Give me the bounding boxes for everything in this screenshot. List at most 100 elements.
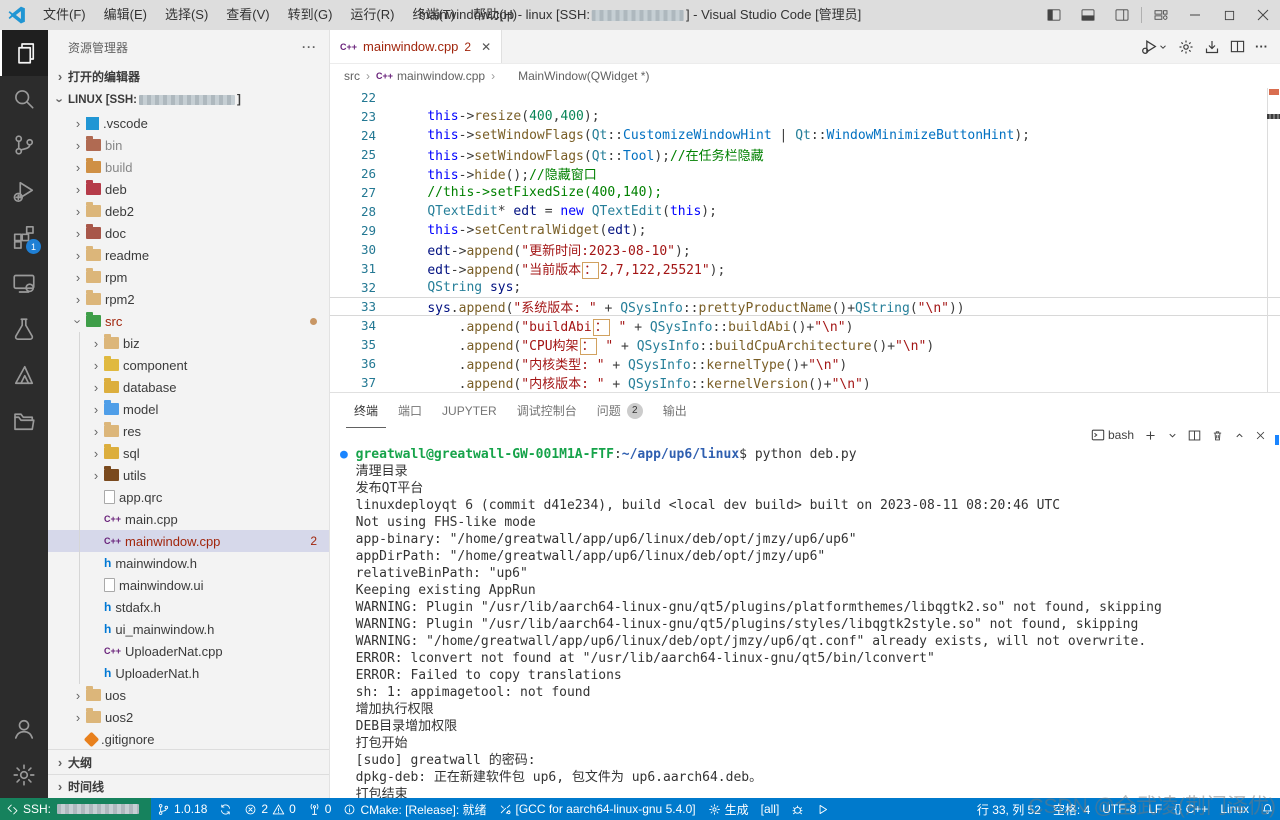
activity-testing-icon[interactable]: [0, 306, 48, 352]
terminal-dropdown-icon[interactable]: [1167, 430, 1178, 441]
new-terminal-icon[interactable]: [1144, 429, 1157, 442]
activity-source-control-icon[interactable]: [0, 122, 48, 168]
status-eol[interactable]: LF: [1142, 798, 1168, 820]
gear-icon[interactable]: [1178, 39, 1194, 55]
tree-item-readme[interactable]: ›readme: [48, 244, 329, 266]
outline-section[interactable]: › 大纲: [48, 749, 329, 774]
activity-run-debug-icon[interactable]: [0, 168, 48, 214]
status-problems[interactable]: 20: [238, 798, 301, 820]
status-remote-os[interactable]: Linux: [1214, 798, 1255, 820]
maximize-icon[interactable]: [1212, 0, 1246, 30]
close-panel-icon[interactable]: [1255, 430, 1266, 441]
status-cmake-run[interactable]: [810, 798, 835, 820]
tree-item-UploaderNat.cpp[interactable]: C++UploaderNat.cpp: [48, 640, 329, 662]
tree-item-main.cpp[interactable]: C++main.cpp: [48, 508, 329, 530]
activity-explorer-icon[interactable]: [0, 30, 48, 76]
status-cmake-target[interactable]: [all]: [755, 798, 786, 820]
tree-item-stdafx.h[interactable]: hstdafx.h: [48, 596, 329, 618]
panel-tab-终端[interactable]: 终端: [346, 393, 386, 428]
tree-item-utils[interactable]: ›utils: [48, 464, 329, 486]
maximize-panel-icon[interactable]: [1234, 430, 1245, 441]
split-editor-icon[interactable]: [1230, 39, 1245, 54]
status-cursor-position[interactable]: 行 33, 列 52: [971, 798, 1047, 820]
tree-item-model[interactable]: ›model: [48, 398, 329, 420]
panel-tab-输出[interactable]: 输出: [655, 393, 695, 428]
menu-S[interactable]: 选择(S): [156, 0, 217, 30]
workspace-root[interactable]: › LINUX [SSH:]: [48, 88, 329, 112]
toggle-sidebar-icon[interactable]: [1037, 0, 1071, 30]
tab-mainwindow-cpp[interactable]: C++ mainwindow.cpp 2 ✕: [330, 30, 502, 63]
status-notifications[interactable]: [1255, 798, 1280, 820]
more-actions-icon[interactable]: ···: [1255, 39, 1268, 54]
tree-item-.vscode[interactable]: ›.vscode: [48, 112, 329, 134]
terminal-shell-selector[interactable]: bash: [1091, 428, 1134, 442]
tree-item-.gitignore[interactable]: .gitignore: [48, 728, 329, 749]
tree-item-app.qrc[interactable]: app.qrc: [48, 486, 329, 508]
status-cmake-status[interactable]: CMake: [Release]: 就绪: [337, 798, 492, 820]
run-debug-dropdown-icon[interactable]: [1141, 38, 1168, 55]
breadcrumb-MainWindow-QWidget---[interactable]: MainWindow(QWidget *): [501, 69, 649, 83]
tree-item-biz[interactable]: ›biz: [48, 332, 329, 354]
tree-item-build[interactable]: ›build: [48, 156, 329, 178]
tree-item-res[interactable]: ›res: [48, 420, 329, 442]
activity-account-icon[interactable]: [0, 706, 48, 752]
tree-item-UploaderNat.h[interactable]: hUploaderNat.h: [48, 662, 329, 684]
tree-item-component[interactable]: ›component: [48, 354, 329, 376]
tree-item-sql[interactable]: ›sql: [48, 442, 329, 464]
tree-item-rpm2[interactable]: ›rpm2: [48, 288, 329, 310]
timeline-section[interactable]: › 时间线: [48, 774, 329, 798]
close-icon[interactable]: [1246, 0, 1280, 30]
breadcrumb-mainwindow-cpp[interactable]: C++mainwindow.cpp: [376, 69, 485, 83]
status-cmake-debug[interactable]: [785, 798, 810, 820]
explorer-more-actions-icon[interactable]: ···: [302, 40, 317, 54]
minimize-icon[interactable]: [1178, 0, 1212, 30]
tree-item-mainwindow.h[interactable]: hmainwindow.h: [48, 552, 329, 574]
activity-extensions-icon[interactable]: 1: [0, 214, 48, 260]
menu-R[interactable]: 运行(R): [341, 0, 403, 30]
panel-tab-问题[interactable]: 问题2: [589, 393, 651, 428]
panel-tab-调试控制台[interactable]: 调试控制台: [509, 393, 585, 428]
terminal-output[interactable]: ● greatwall@greatwall-GW-001M1A-FTF:~/ap…: [330, 442, 1280, 798]
status-cmake-kit[interactable]: [GCC for aarch64-linux-gnu 5.4.0]: [493, 798, 702, 820]
activity-folder-library-icon[interactable]: [0, 398, 48, 444]
status-git-sync[interactable]: [213, 798, 238, 820]
tree-item-deb[interactable]: ›deb: [48, 178, 329, 200]
breadcrumb-src[interactable]: src: [344, 69, 360, 83]
status-remote-host[interactable]: SSH:: [0, 798, 151, 820]
tree-item-doc[interactable]: ›doc: [48, 222, 329, 244]
tree-item-mainwindow.ui[interactable]: mainwindow.ui: [48, 574, 329, 596]
split-terminal-icon[interactable]: [1188, 429, 1201, 442]
menu-E[interactable]: 编辑(E): [95, 0, 156, 30]
toggle-panel-icon[interactable]: [1071, 0, 1105, 30]
panel-tab-JUPYTER[interactable]: JUPYTER: [434, 393, 505, 428]
customize-layout-icon[interactable]: [1144, 0, 1178, 30]
status-cmake-build[interactable]: 生成: [702, 798, 755, 820]
status-language-mode[interactable]: {}C++: [1168, 798, 1214, 820]
activity-remote-explorer-icon[interactable]: [0, 260, 48, 306]
activity-settings-icon[interactable]: [0, 752, 48, 798]
status-forwarded-ports[interactable]: 0: [302, 798, 338, 820]
tree-item-rpm[interactable]: ›rpm: [48, 266, 329, 288]
tree-item-database[interactable]: ›database: [48, 376, 329, 398]
kill-terminal-icon[interactable]: [1211, 429, 1224, 442]
status-indentation[interactable]: 空格: 4: [1047, 798, 1096, 820]
tree-item-uos[interactable]: ›uos: [48, 684, 329, 706]
status-git-branch[interactable]: 1.0.18: [151, 798, 213, 820]
panel-tab-端口[interactable]: 端口: [390, 393, 430, 428]
tree-item-uos2[interactable]: ›uos2: [48, 706, 329, 728]
activity-search-icon[interactable]: [0, 76, 48, 122]
tree-item-src[interactable]: ›src: [48, 310, 329, 332]
tree-item-deb2[interactable]: ›deb2: [48, 200, 329, 222]
menu-G[interactable]: 转到(G): [279, 0, 342, 30]
open-editors-section[interactable]: › 打开的编辑器: [48, 64, 329, 88]
tree-item-ui_mainwindow.h[interactable]: hui_mainwindow.h: [48, 618, 329, 640]
status-encoding[interactable]: UTF-8: [1096, 798, 1142, 820]
tree-item-mainwindow.cpp[interactable]: C++mainwindow.cpp2: [48, 530, 329, 552]
menu-V[interactable]: 查看(V): [217, 0, 278, 30]
tree-item-bin[interactable]: ›bin: [48, 134, 329, 156]
install-icon[interactable]: [1204, 39, 1220, 55]
activity-design-tools-icon[interactable]: [0, 352, 48, 398]
tab-close-icon[interactable]: ✕: [481, 40, 491, 54]
toggle-secondary-sidebar-icon[interactable]: [1105, 0, 1139, 30]
menu-F[interactable]: 文件(F): [34, 0, 95, 30]
